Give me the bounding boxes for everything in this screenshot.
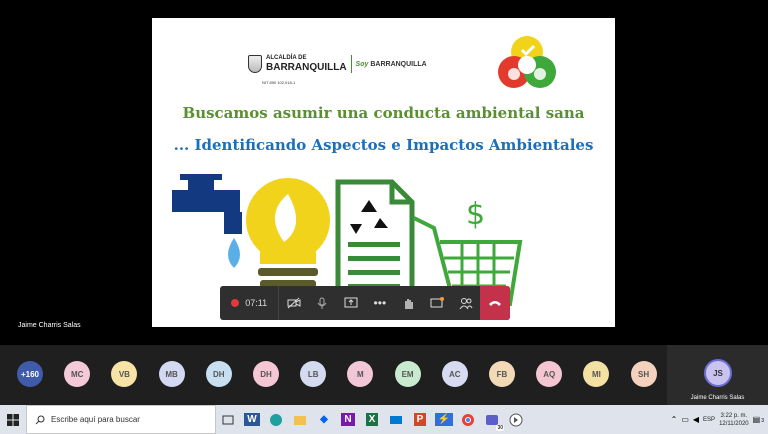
raise-hand-button[interactable]: [394, 286, 423, 320]
org-name: BARRANQUILLA: [266, 62, 347, 73]
search-icon: [35, 415, 45, 424]
chat-icon: [430, 296, 445, 307]
camera-toggle-button[interactable]: [279, 286, 308, 320]
participant-avatar[interactable]: AQ: [536, 361, 563, 387]
mic-icon: [318, 297, 327, 309]
recording-indicator: 07:11: [220, 286, 280, 320]
participant-avatar[interactable]: MB: [158, 361, 185, 387]
edge-icon[interactable]: [264, 405, 288, 434]
clock[interactable]: 3:22 p. m. 12/11/2020: [719, 412, 749, 428]
system-tray: ⌃ ▭ ◀ ESP 3:22 p. m. 12/11/2020 ▤3: [671, 405, 768, 434]
participants-icon: [459, 297, 473, 309]
meeting-stage: ALCALDÍA DE BARRANQUILLA Soy BARRANQUILL…: [0, 0, 768, 345]
logo-divider: [350, 55, 352, 73]
shared-slide: ALCALDÍA DE BARRANQUILLA Soy BARRANQUILL…: [152, 18, 615, 327]
more-participants-avatar[interactable]: +160: [17, 361, 43, 387]
teams-icon[interactable]: 30: [480, 405, 504, 434]
language-indicator[interactable]: ESP: [703, 417, 715, 423]
network-icon[interactable]: ▭: [681, 415, 689, 424]
soy-city: BARRANQUILLA: [370, 60, 427, 68]
word-icon[interactable]: W: [240, 405, 264, 434]
mail-icon[interactable]: [384, 405, 408, 434]
clock-time: 3:22 p. m.: [720, 412, 748, 419]
windows-logo-icon: [7, 413, 19, 426]
participant-avatar[interactable]: EM: [394, 361, 421, 387]
participant-avatar[interactable]: FB: [489, 361, 515, 387]
teams-badge: 30: [496, 425, 504, 431]
hang-up-button[interactable]: [480, 286, 510, 320]
participant-avatar[interactable]: LB: [300, 361, 327, 387]
alcaldia-logo: ALCALDÍA DE BARRANQUILLA Soy BARRANQUILL…: [248, 50, 427, 78]
call-control-bar: 07:11 •••: [220, 286, 510, 320]
participant-avatar[interactable]: SH: [630, 361, 657, 387]
notifications-icon[interactable]: ▤3: [753, 415, 764, 424]
participants-button[interactable]: [452, 286, 481, 320]
share-screen-button[interactable]: [337, 286, 366, 320]
svg-text:$: $: [466, 197, 485, 232]
self-name: Jaime Charris Salas: [690, 395, 745, 401]
crest-icon: [248, 55, 262, 73]
lightbulb-icon: [246, 178, 330, 300]
slide-title-line2: ... Identificando Aspectos e Impactos Am…: [173, 136, 594, 154]
participant-avatar[interactable]: MI: [583, 361, 610, 387]
participant-avatar[interactable]: DH: [205, 361, 232, 387]
mic-toggle-button[interactable]: [308, 286, 337, 320]
org-prefix: ALCALDÍA DE: [266, 55, 307, 61]
more-options-button[interactable]: •••: [366, 286, 395, 320]
volume-icon[interactable]: ◀: [693, 415, 699, 424]
phone-hangup-icon: [489, 301, 502, 306]
chevron-up-icon[interactable]: ⌃: [671, 415, 678, 424]
hand-icon: [404, 298, 413, 309]
start-button[interactable]: [0, 405, 26, 434]
self-avatar: JS: [704, 359, 732, 387]
notification-count: 3: [761, 418, 764, 424]
chat-button[interactable]: [423, 286, 452, 320]
soy-label: Soy: [355, 60, 369, 68]
participant-avatar[interactable]: AC: [441, 361, 468, 387]
badge-center: [518, 56, 536, 74]
call-timer: 07:11: [245, 298, 268, 308]
share-screen-icon: [344, 297, 358, 308]
onenote-icon[interactable]: N: [336, 405, 360, 434]
ellipsis-icon: •••: [373, 296, 387, 310]
participants-strip: +160 MC VB MB DH DH LB M EM AC FB AQ MI SH JS Jaime C…: [0, 345, 768, 405]
participant-avatar[interactable]: M: [347, 361, 374, 387]
excel-icon[interactable]: X: [360, 405, 384, 434]
camera-off-icon: [287, 297, 301, 309]
nit-text: NIT 890 102.018-1: [262, 80, 296, 85]
search-placeholder: Escribe aquí para buscar: [51, 415, 140, 424]
chrome-icon[interactable]: [456, 405, 480, 434]
presenter-name: Jaime Charris Salas: [18, 322, 81, 329]
powerpoint-icon[interactable]: P: [408, 405, 432, 434]
participant-avatar[interactable]: VB: [111, 361, 138, 387]
windows-taskbar: Escribe aquí para buscar W ◆ N X P ⚡ 30 …: [0, 405, 768, 434]
record-dot-icon: [231, 299, 240, 307]
participant-avatar[interactable]: MC: [64, 361, 91, 387]
browser-icon[interactable]: [504, 405, 528, 434]
dropbox-icon[interactable]: ◆: [312, 405, 336, 434]
task-view-icon[interactable]: [216, 405, 240, 434]
clock-date: 12/11/2020: [719, 420, 749, 427]
taskbar-search-box[interactable]: Escribe aquí para buscar: [26, 405, 216, 434]
environment-badge: [498, 36, 556, 88]
slide-title-line1: Buscamos asumir una conducta ambiental s…: [182, 104, 585, 122]
file-explorer-icon[interactable]: [288, 405, 312, 434]
self-video-tile[interactable]: JS Jaime Charris Salas: [667, 345, 768, 405]
water-tap-icon: [172, 174, 242, 268]
power-automate-icon[interactable]: ⚡: [432, 405, 456, 434]
participant-avatar[interactable]: DH: [253, 361, 279, 387]
